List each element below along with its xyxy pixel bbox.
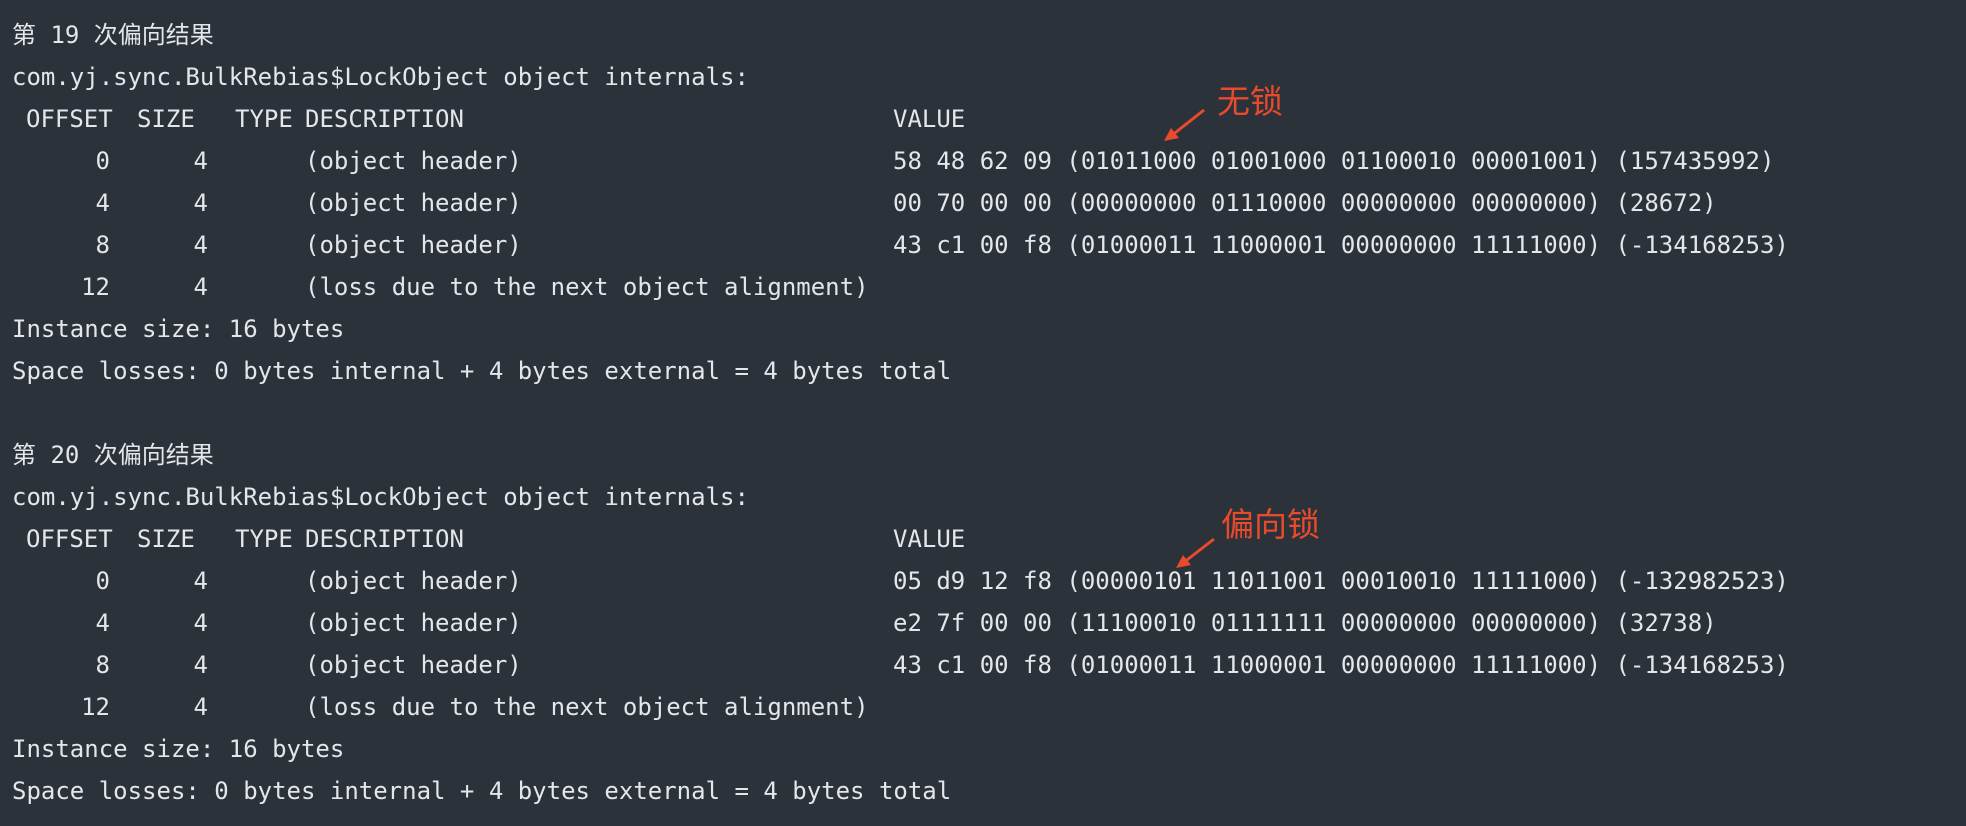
row-value: 00 70 00 00 (00000000 01110000 00000000 … [893,189,1717,217]
table-row: 0 4 (object header) 05 d9 12 f8 (0000010… [12,560,1812,602]
row-size: 4 [193,147,208,175]
space-losses: Space losses: 0 bytes internal + 4 bytes… [12,777,952,805]
row-size: 4 [193,231,208,259]
row-description: (object header) [305,567,522,595]
header-offset: OFFSET [26,525,113,553]
instance-size: Instance size: 16 bytes [12,315,345,343]
block-heading: 第 19 次偏向结果 [12,21,214,49]
row-offset: 0 [95,567,110,595]
row-offset: 4 [95,189,110,217]
header-value: VALUE [893,525,966,553]
annotation-unlocked: 无锁 [1217,82,1283,121]
header-description: DESCRIPTION [305,525,464,553]
header-type: TYPE [235,525,293,553]
row-offset: 12 [81,273,110,301]
row-value: 43 c1 00 f8 (01000011 11000001 00000000 … [893,231,1789,259]
annotation-arrow-icon [1176,537,1215,568]
table-row: 4 4 (object header) 00 70 00 00 (0000000… [12,182,1812,224]
space-losses: Space losses: 0 bytes internal + 4 bytes… [12,357,952,385]
table-row: 8 4 (object header) 43 c1 00 f8 (0100001… [12,644,1812,686]
row-size: 4 [193,609,208,637]
class-line: com.yj.sync.BulkRebias$LockObject object… [12,483,749,511]
header-size: SIZE [137,525,195,553]
row-description: (loss due to the next object alignment) [305,273,869,301]
row-offset: 8 [95,651,110,679]
header-offset: OFFSET [26,105,113,133]
row-size: 4 [193,567,208,595]
row-value: 43 c1 00 f8 (01000011 11000001 00000000 … [893,651,1789,679]
annotation-arrow-icon [1164,108,1205,141]
row-offset: 0 [95,147,110,175]
table-header: OFFSET SIZE TYPE DESCRIPTION VALUE [12,98,1012,140]
table-row: 0 4 (object header) 58 48 62 09 (0101100… [12,140,1812,182]
table-row: 8 4 (object header) 43 c1 00 f8 (0100001… [12,224,1812,266]
header-size: SIZE [137,105,195,133]
instance-size: Instance size: 16 bytes [12,735,345,763]
row-description: (object header) [305,231,522,259]
row-offset: 12 [81,693,110,721]
row-value: 58 48 62 09 (01011000 01001000 01100010 … [893,147,1775,175]
row-size: 4 [193,651,208,679]
row-size: 4 [193,693,208,721]
row-size: 4 [193,189,208,217]
row-description: (object header) [305,609,522,637]
row-offset: 8 [95,231,110,259]
row-description: (object header) [305,651,522,679]
table-row: 12 4 (loss due to the next object alignm… [12,266,1812,308]
table-header: OFFSET SIZE TYPE DESCRIPTION VALUE [12,518,1012,560]
table-row: 4 4 (object header) e2 7f 00 00 (1110001… [12,602,1812,644]
row-description: (object header) [305,147,522,175]
row-value: e2 7f 00 00 (11100010 01111111 00000000 … [893,609,1717,637]
table-row: 12 4 (loss due to the next object alignm… [12,686,1812,728]
block-heading: 第 20 次偏向结果 [12,441,214,469]
row-description: (object header) [305,189,522,217]
terminal-output: 第 19 次偏向结果 com.yj.sync.BulkRebias$LockOb… [0,0,1966,826]
header-description: DESCRIPTION [305,105,464,133]
class-line: com.yj.sync.BulkRebias$LockObject object… [12,63,749,91]
header-value: VALUE [893,105,966,133]
row-description: (loss due to the next object alignment) [305,693,869,721]
row-value: 05 d9 12 f8 (00000101 11011001 00010010 … [893,567,1789,595]
header-type: TYPE [235,105,293,133]
row-size: 4 [193,273,208,301]
row-offset: 4 [95,609,110,637]
